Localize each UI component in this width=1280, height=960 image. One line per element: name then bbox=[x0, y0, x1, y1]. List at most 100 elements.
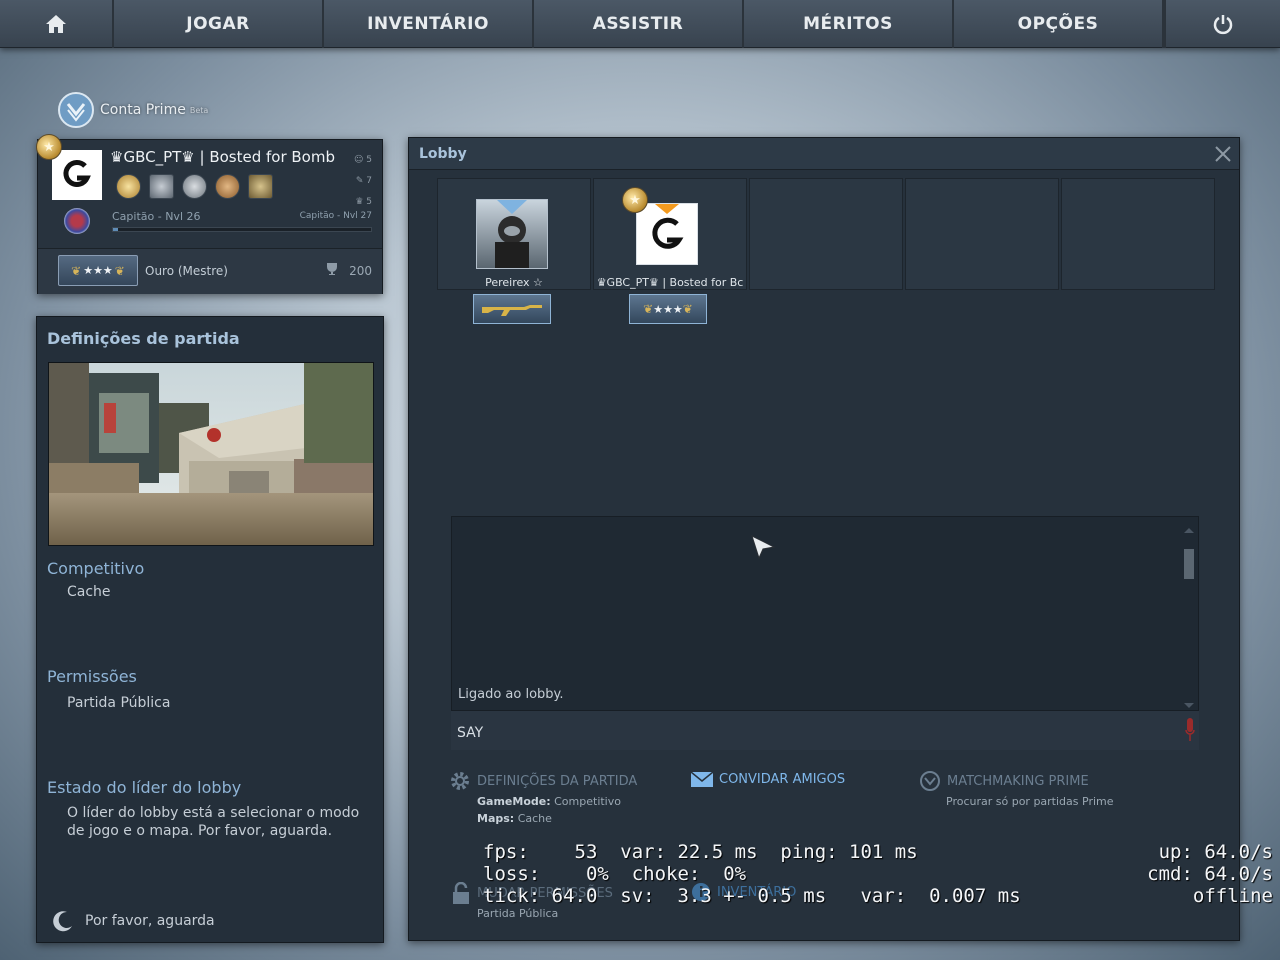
player-avatar[interactable] bbox=[476, 199, 548, 269]
match-settings-label: DEFINIÇÕES DA PARTIDA bbox=[477, 773, 638, 789]
player-skill-group-badge[interactable]: ❦ ★★★ ❦ bbox=[629, 294, 707, 324]
lock-icon bbox=[453, 882, 469, 904]
invite-friends-label: CONVIDAR AMIGOS bbox=[719, 772, 846, 787]
stat-leader: 5 bbox=[366, 197, 372, 207]
stars-icon: ★★★ bbox=[653, 302, 683, 316]
avatar[interactable] bbox=[52, 150, 102, 200]
skill-group-badge[interactable]: ❦ ★★★ ❦ bbox=[58, 255, 138, 286]
invite-friends-button[interactable]: CONVIDAR AMIGOS bbox=[691, 772, 845, 787]
wreath-right-icon: ❦ bbox=[682, 302, 693, 316]
prime-shield-icon bbox=[58, 92, 94, 128]
profile-rank-icon bbox=[64, 208, 90, 234]
xp-progress-bar bbox=[112, 227, 372, 232]
profile-stats: ☺ 5 ✎ 7 ♛ 5 bbox=[354, 150, 372, 213]
say-label: SAY bbox=[457, 725, 484, 741]
xp-progress-fill bbox=[113, 228, 119, 231]
avatar-logo-icon bbox=[63, 160, 91, 187]
chat-scrollbar[interactable] bbox=[1182, 525, 1196, 711]
wreath-right-icon: ❦ bbox=[114, 263, 125, 278]
trophy-icon bbox=[327, 263, 337, 275]
competitive-wins: 200 bbox=[349, 264, 372, 278]
player-name: ♛GBC_PT♛ | Bosted for Bomb bbox=[110, 148, 335, 166]
wreath-left-icon: ❦ bbox=[643, 302, 654, 316]
lobby-panel: Lobby Pereirex ☆ ★ ♛GBC_PT♛ | Bosted for… bbox=[408, 137, 1240, 941]
nav-watch[interactable]: ASSISTIR bbox=[534, 0, 744, 48]
netgraph-up-rate: up: 64.0/s bbox=[1158, 841, 1273, 863]
lobby-header: Lobby bbox=[409, 138, 1239, 170]
map-name: Cache bbox=[67, 584, 111, 600]
match-settings-panel: Definições de partida Competitivo Cache … bbox=[36, 316, 384, 943]
friendly-icon: ☺ bbox=[354, 155, 367, 165]
stat-friendly: 5 bbox=[366, 155, 372, 165]
prime-matchmaking-toggle[interactable]: MATCHMAKING PRIME bbox=[919, 770, 1089, 792]
netgraph-cmd-rate: cmd: 64.0/s bbox=[1147, 863, 1273, 885]
nav-options[interactable]: OPÇÕES bbox=[954, 0, 1164, 48]
waiting-label: Por favor, aguarda bbox=[85, 913, 215, 929]
prime-icon bbox=[920, 771, 940, 791]
lobby-title: Lobby bbox=[419, 146, 467, 162]
leader-status-heading: Estado do líder do lobby bbox=[47, 778, 242, 797]
empty-lobby-slot[interactable] bbox=[905, 178, 1059, 290]
next-level: Capitão - Nvl 27 bbox=[299, 211, 372, 221]
spinner-icon bbox=[53, 911, 72, 932]
operation-coin-icon[interactable] bbox=[149, 174, 174, 199]
stars-icon: ★★★ bbox=[83, 264, 113, 277]
match-settings-button[interactable]: DEFINIÇÕES DA PARTIDA bbox=[449, 770, 637, 792]
avatar-logo-icon bbox=[652, 204, 684, 249]
close-icon[interactable] bbox=[1213, 144, 1233, 164]
nav-inventory[interactable]: INVENTÁRIO bbox=[324, 0, 534, 48]
lobby-slot[interactable]: Pereirex ☆ bbox=[437, 178, 591, 290]
collection-coin-icon[interactable] bbox=[248, 174, 273, 199]
home-button[interactable] bbox=[0, 0, 114, 48]
power-button[interactable] bbox=[1164, 0, 1280, 48]
skill-group-label: Ouro (Mestre) bbox=[145, 264, 228, 278]
empty-lobby-slot[interactable] bbox=[1061, 178, 1215, 290]
envelope-icon bbox=[691, 772, 713, 787]
player-name: Pereirex ☆ bbox=[485, 276, 543, 289]
prime-matchmaking-desc: Procurar só por partidas Prime bbox=[946, 795, 1114, 808]
waiting-indicator: Por favor, aguarda bbox=[51, 909, 215, 933]
netgraph-status: offline bbox=[1192, 885, 1273, 907]
teacher-icon: ✎ bbox=[355, 176, 367, 186]
map-preview-image bbox=[48, 362, 374, 546]
permissions-value: Partida Pública bbox=[67, 695, 171, 711]
empty-lobby-slot[interactable] bbox=[749, 178, 903, 290]
nav-awards[interactable]: MÉRITOS bbox=[744, 0, 954, 48]
prime-matchmaking-label: MATCHMAKING PRIME bbox=[947, 773, 1089, 789]
leader-icon: ♛ bbox=[355, 197, 367, 207]
map-coin-icon[interactable] bbox=[182, 174, 207, 199]
lobby-slot[interactable]: ★ ♛GBC_PT♛ | Bosted for Bc bbox=[593, 178, 747, 290]
maps-label: Maps: bbox=[477, 812, 515, 825]
permissions-summary: Partida Pública bbox=[477, 907, 559, 920]
nav-play[interactable]: JOGAR bbox=[114, 0, 324, 48]
service-medal-icon: ★ bbox=[622, 187, 648, 213]
chat-input[interactable]: SAY bbox=[451, 710, 1199, 750]
permissions-heading: Permissões bbox=[47, 667, 137, 686]
microphone-icon[interactable] bbox=[1185, 718, 1195, 744]
panel-title: Definições de partida bbox=[47, 329, 240, 348]
current-level: Capitão - Nvl 26 bbox=[112, 210, 201, 223]
stat-teacher: 7 bbox=[366, 176, 372, 186]
chat-message: Ligado ao lobby. bbox=[458, 687, 564, 702]
service-coin-icon[interactable] bbox=[116, 174, 141, 199]
gamemode-value: Competitivo bbox=[554, 795, 621, 808]
player-weapon-badge[interactable] bbox=[473, 294, 551, 324]
player-name: ♛GBC_PT♛ | Bosted for Bc bbox=[596, 276, 744, 289]
masked-figure-icon bbox=[495, 200, 529, 268]
home-icon bbox=[46, 15, 66, 33]
gamemode-label: GameMode: bbox=[477, 795, 551, 808]
pin-coin-icon[interactable] bbox=[215, 174, 240, 199]
netgraph-line-1: fps: 53 var: 22.5 ms ping: 101 ms bbox=[483, 841, 918, 863]
player-avatar[interactable] bbox=[636, 203, 698, 265]
prime-beta-tag: Beta bbox=[189, 105, 209, 115]
power-icon bbox=[1213, 15, 1233, 35]
wreath-left-icon: ❦ bbox=[71, 263, 82, 278]
prime-account-status: Conta Prime Beta bbox=[56, 90, 208, 130]
netgraph-line-3: tick: 64.0 sv: 3.3 +- 0.5 ms var: 0.007 … bbox=[483, 885, 1021, 907]
maps-value: Cache bbox=[517, 812, 552, 825]
service-medal-icon: ★ bbox=[36, 134, 62, 160]
player-profile-card: ★ ♛GBC_PT♛ | Bosted for Bomb ☺ 5 ✎ 7 ♛ 5… bbox=[36, 134, 383, 294]
gear-icon bbox=[451, 772, 469, 790]
prime-label: Conta Prime bbox=[100, 102, 186, 118]
rifle-icon bbox=[482, 305, 542, 316]
